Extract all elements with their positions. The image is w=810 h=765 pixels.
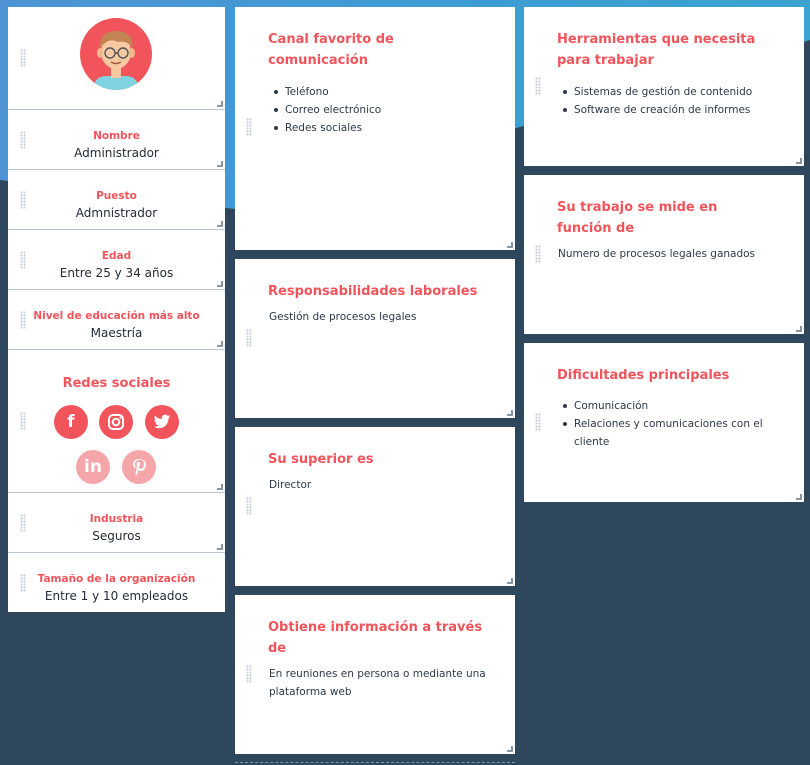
field-tamano[interactable]: Tamaño de la organización Entre 1 y 10 e… (8, 553, 225, 612)
resize-icon[interactable] (217, 161, 223, 167)
drag-handle-icon[interactable] (535, 413, 541, 431)
drag-handle-icon[interactable] (246, 665, 252, 683)
drag-handle-icon[interactable] (535, 77, 541, 95)
card-text: Director (269, 479, 312, 491)
field-edad[interactable]: Edad Entre 25 y 34 años (8, 230, 225, 290)
resize-icon[interactable] (796, 494, 802, 500)
user-avatar-icon (80, 18, 152, 90)
drag-handle-icon[interactable] (20, 131, 26, 149)
avatar-section[interactable] (8, 7, 225, 110)
twitter-icon[interactable] (145, 405, 179, 439)
drag-handle-icon[interactable] (20, 191, 26, 209)
card-superior[interactable]: Su superior es Director (235, 427, 515, 586)
drag-handle-icon[interactable] (20, 514, 26, 532)
card-title: Dificultades principales (557, 368, 730, 383)
card-title: Responsabilidades laborales (268, 284, 478, 299)
edad-label: Edad (101, 250, 132, 262)
linkedin-icon[interactable]: in (76, 450, 110, 484)
card-title: Su superior es (268, 452, 374, 467)
list-item: Comunicación (562, 397, 777, 415)
industria-value: Seguros (92, 529, 141, 543)
canal-list: Teléfono Correo electrónico Redes social… (273, 83, 381, 137)
list-item: Correo electrónico (273, 101, 381, 119)
resize-icon[interactable] (217, 484, 223, 490)
drag-handle-icon[interactable] (20, 412, 26, 430)
card-title: Herramientas que necesita para trabajar (557, 32, 756, 68)
field-educacion[interactable]: Nivel de educación más alto Maestría (8, 290, 225, 350)
drop-zone-line (235, 762, 515, 763)
field-industria[interactable]: Industria Seguros (8, 493, 225, 553)
resize-icon[interactable] (217, 544, 223, 550)
edad-value: Entre 25 y 34 años (59, 266, 174, 280)
card-canal[interactable]: Canal favorito de comunicación Teléfono … (235, 7, 515, 250)
nombre-label: Nombre (93, 130, 140, 142)
resize-icon[interactable] (796, 326, 802, 332)
card-medicion[interactable]: Su trabajo se mide en función de Numero … (524, 175, 804, 334)
list-item: Teléfono (273, 83, 381, 101)
card-title: Obtiene información a través de (268, 620, 483, 656)
herramientas-list: Sistemas de gestión de contenido Softwar… (562, 83, 752, 119)
drag-handle-icon[interactable] (246, 118, 252, 136)
social-section[interactable]: Redes sociales f in (8, 350, 225, 493)
field-puesto[interactable]: Puesto Admnistrador (8, 170, 225, 230)
card-dificultades[interactable]: Dificultades principales Comunicación Re… (524, 343, 804, 502)
card-responsabilidades[interactable]: Responsabilidades laborales Gestión de p… (235, 259, 515, 418)
educacion-label: Nivel de educación más alto (33, 310, 200, 322)
card-text: Numero de procesos legales ganados (558, 248, 756, 260)
list-item: Software de creación de informes (562, 101, 752, 119)
resize-icon[interactable] (217, 281, 223, 287)
field-nombre[interactable]: Nombre Administrador (8, 110, 225, 170)
drag-handle-icon[interactable] (246, 329, 252, 347)
card-text: En reuniones en persona o mediante una p… (269, 668, 486, 698)
facebook-icon[interactable]: f (54, 405, 88, 439)
resize-icon[interactable] (217, 221, 223, 227)
drag-handle-icon[interactable] (20, 251, 26, 269)
card-text: Gestión de procesos legales (269, 311, 417, 323)
resize-icon[interactable] (507, 746, 513, 752)
card-title: Su trabajo se mide en función de (557, 200, 718, 236)
card-informacion[interactable]: Obtiene información a través de En reuni… (235, 595, 515, 754)
educacion-value: Maestría (90, 326, 143, 340)
nombre-value: Administrador (74, 146, 159, 160)
tamano-label: Tamaño de la organización (37, 573, 196, 585)
resize-icon[interactable] (796, 158, 802, 164)
card-herramientas[interactable]: Herramientas que necesita para trabajar … (524, 7, 804, 166)
list-item: Sistemas de gestión de contenido (562, 83, 752, 101)
social-title: Redes sociales (62, 376, 171, 391)
resize-icon[interactable] (507, 578, 513, 584)
drag-handle-icon[interactable] (20, 49, 26, 67)
pinterest-icon[interactable] (122, 450, 156, 484)
instagram-icon[interactable] (99, 405, 133, 439)
dificultades-list: Comunicación Relaciones y comunicaciones… (562, 397, 777, 451)
card-title: Canal favorito de comunicación (268, 32, 394, 68)
list-item: Redes sociales (273, 119, 381, 137)
profile-column: Nombre Administrador Puesto Admnistrador… (8, 7, 225, 612)
drag-handle-icon[interactable] (535, 245, 541, 263)
resize-icon[interactable] (507, 410, 513, 416)
drag-handle-icon[interactable] (20, 311, 26, 329)
resize-icon[interactable] (217, 101, 223, 107)
tamano-value: Entre 1 y 10 empleados (44, 589, 189, 603)
puesto-label: Puesto (96, 190, 137, 202)
resize-icon[interactable] (507, 242, 513, 248)
puesto-value: Admnistrador (75, 206, 158, 220)
resize-icon[interactable] (217, 341, 223, 347)
drag-handle-icon[interactable] (20, 574, 26, 592)
industria-label: Industria (89, 513, 144, 525)
list-item: Relaciones y comunicaciones con el clien… (562, 415, 777, 451)
drag-handle-icon[interactable] (246, 497, 252, 515)
